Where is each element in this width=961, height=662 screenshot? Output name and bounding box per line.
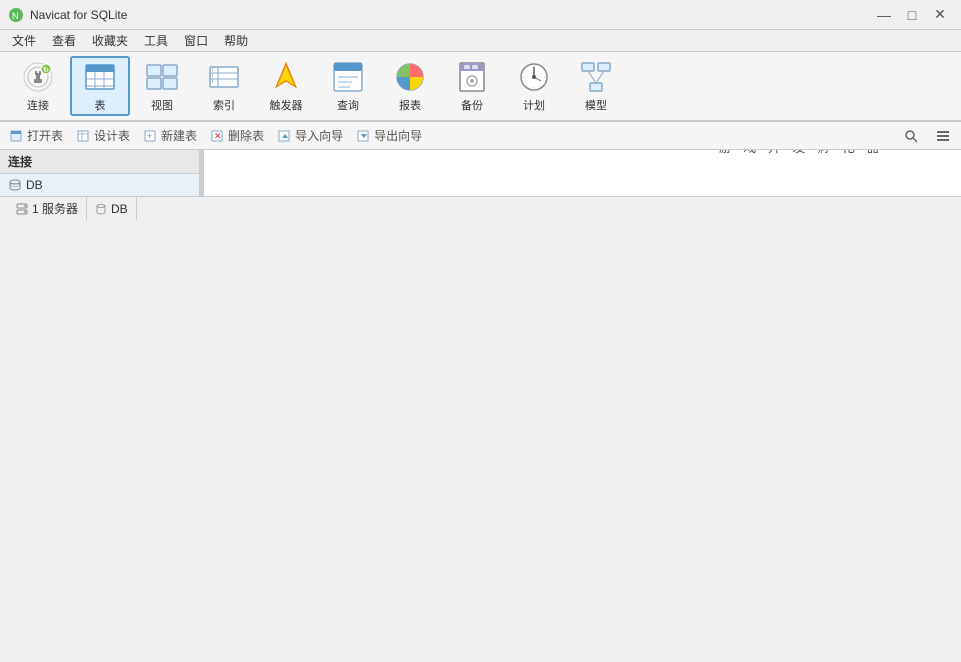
- toolbar-trigger[interactable]: 触发器: [256, 56, 316, 116]
- status-bar: 1 服务器 DB: [0, 196, 961, 220]
- sec-toolbar-right: [897, 126, 957, 146]
- search-button[interactable]: [897, 126, 925, 146]
- sidebar: 连接 DB: [0, 150, 200, 196]
- svg-text:↻: ↻: [43, 67, 49, 74]
- model-icon: [578, 59, 614, 95]
- minimize-button[interactable]: —: [871, 5, 897, 25]
- toolbar: ↻ 连接 表 视图: [0, 52, 961, 122]
- sidebar-item-db[interactable]: DB: [0, 174, 199, 196]
- toolbar-connect-label: 连接: [27, 97, 49, 113]
- toolbar-backup-label: 备份: [461, 97, 483, 113]
- toolbar-model[interactable]: 模型: [566, 56, 626, 116]
- sec-export-wizard[interactable]: 导出向导: [351, 125, 428, 146]
- report-icon: [392, 59, 428, 95]
- logo-area: GAMESHOW 游 戏 开 发 孵 化 器: [701, 150, 901, 156]
- toolbar-view-label: 视图: [151, 97, 173, 113]
- sec-delete-table[interactable]: ✕ 删除表: [205, 125, 270, 146]
- import-icon: [278, 129, 292, 143]
- window-title: Navicat for SQLite: [30, 8, 127, 22]
- toolbar-trigger-label: 触发器: [270, 97, 303, 113]
- toolbar-backup[interactable]: 备份: [442, 56, 502, 116]
- app-icon: N: [8, 7, 24, 23]
- design-table-icon: [77, 129, 91, 143]
- delete-table-icon: ✕: [211, 129, 225, 143]
- menu-help[interactable]: 帮助: [216, 30, 256, 51]
- window-controls: — □ ✕: [871, 5, 953, 25]
- status-db: DB: [87, 197, 137, 220]
- svg-text:✕: ✕: [214, 131, 222, 141]
- menu-file[interactable]: 文件: [4, 30, 44, 51]
- query-icon: [330, 59, 366, 95]
- new-table-icon: +: [144, 129, 158, 143]
- toolbar-index[interactable]: i i i 索引: [194, 56, 254, 116]
- menu-view[interactable]: 查看: [44, 30, 84, 51]
- sec-design-table[interactable]: 设计表: [71, 125, 136, 146]
- toolbar-connect[interactable]: ↻ 连接: [8, 56, 68, 116]
- open-table-icon: [10, 129, 24, 143]
- sec-open-table[interactable]: 打开表: [4, 125, 69, 146]
- toolbar-schedule[interactable]: 计划: [504, 56, 564, 116]
- menu-favorites[interactable]: 收藏夹: [84, 30, 136, 51]
- main-panel: GAMESHOW 游 戏 开 发 孵 化 器: [204, 150, 961, 196]
- backup-icon: [454, 59, 490, 95]
- gameshow-sub: 游 戏 开 发 孵 化 器: [719, 150, 884, 156]
- toolbar-query[interactable]: 查询: [318, 56, 378, 116]
- view-icon: [144, 59, 180, 95]
- table-icon: [82, 59, 118, 95]
- sec-toolbar: 打开表 设计表 + 新建表 ✕ 删除表 导入向导: [0, 122, 961, 150]
- title-bar: N Navicat for SQLite — □ ✕: [0, 0, 961, 30]
- toolbar-model-label: 模型: [585, 97, 607, 113]
- trigger-icon: [268, 59, 304, 95]
- toolbar-report[interactable]: 报表: [380, 56, 440, 116]
- svg-text:i: i: [212, 79, 213, 85]
- toolbar-query-label: 查询: [337, 97, 359, 113]
- title-bar-left: N Navicat for SQLite: [8, 7, 127, 23]
- menu-tools[interactable]: 工具: [136, 30, 176, 51]
- status-db-icon: [95, 203, 107, 215]
- toolbar-schedule-label: 计划: [523, 97, 545, 113]
- menu-window[interactable]: 窗口: [176, 30, 216, 51]
- sidebar-db-label: DB: [26, 178, 43, 192]
- sec-import-wizard[interactable]: 导入向导: [272, 125, 349, 146]
- toolbar-table-label: 表: [95, 97, 106, 113]
- schedule-icon: [516, 59, 552, 95]
- sidebar-header: 连接: [0, 150, 199, 174]
- toolbar-index-label: 索引: [213, 97, 235, 113]
- connect-icon: ↻: [20, 59, 56, 95]
- svg-text:N: N: [12, 11, 19, 21]
- menu-bar: 文件 查看 收藏夹 工具 窗口 帮助: [0, 30, 961, 52]
- index-icon: i i i: [206, 59, 242, 95]
- db-icon: [8, 178, 22, 192]
- list-view-icon: [935, 128, 951, 144]
- toolbar-report-label: 报表: [399, 97, 421, 113]
- status-server: 1 服务器: [8, 197, 87, 220]
- search-icon: [903, 128, 919, 144]
- maximize-button[interactable]: □: [899, 5, 925, 25]
- export-icon: [357, 129, 371, 143]
- list-view-button[interactable]: [929, 126, 957, 146]
- sec-new-table[interactable]: + 新建表: [138, 125, 203, 146]
- toolbar-table[interactable]: 表: [70, 56, 130, 116]
- svg-text:+: +: [147, 131, 152, 141]
- server-icon: [16, 203, 28, 215]
- content-area: 连接 DB: [0, 150, 961, 196]
- toolbar-view[interactable]: 视图: [132, 56, 192, 116]
- close-button[interactable]: ✕: [927, 5, 953, 25]
